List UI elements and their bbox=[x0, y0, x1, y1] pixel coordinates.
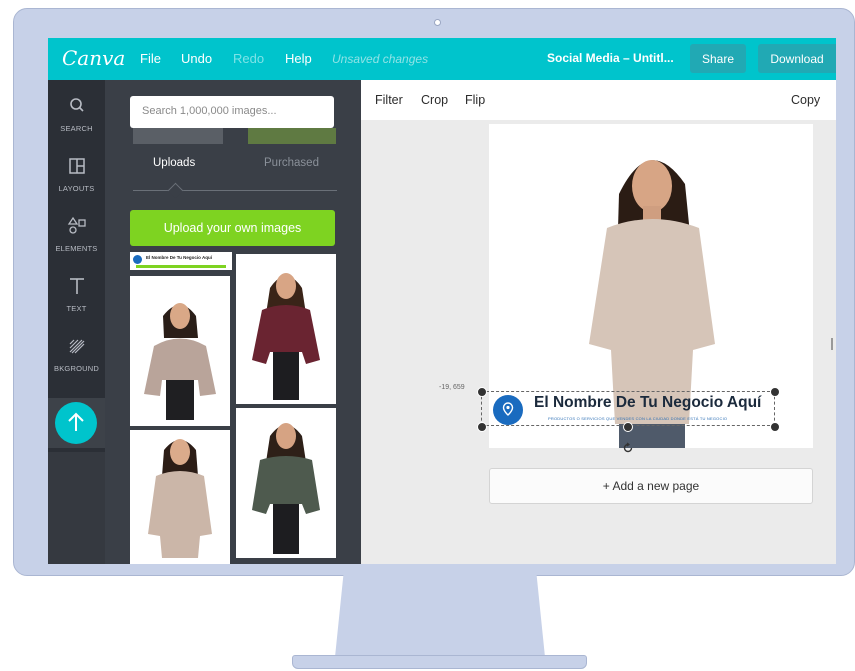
rail-item-text[interactable]: TEXT bbox=[48, 268, 105, 324]
upload-arrow-icon bbox=[68, 412, 84, 431]
woman-photo bbox=[130, 276, 230, 426]
rail-label-background: BKGROUND bbox=[54, 364, 99, 373]
upload-images-button[interactable]: Upload your own images bbox=[130, 210, 335, 246]
file-menu[interactable]: File bbox=[140, 51, 161, 66]
logo-thumb-bar bbox=[136, 265, 226, 268]
background-icon bbox=[69, 339, 84, 354]
resize-handle-tr[interactable] bbox=[770, 387, 780, 397]
upload-thumbnail-beige-sweater[interactable] bbox=[130, 430, 230, 564]
resize-handle-bl[interactable] bbox=[477, 422, 487, 432]
top-bar: Canva File Undo Redo Help Unsaved change… bbox=[48, 38, 836, 80]
search-icon bbox=[69, 98, 84, 112]
upload-thumbnail-logo[interactable]: El Nombre De Tu Negocio Aquí bbox=[130, 252, 232, 270]
woman-photo bbox=[236, 254, 336, 404]
rail-item-background[interactable]: BKGROUND bbox=[48, 328, 105, 384]
canva-logo[interactable]: Canva bbox=[62, 46, 125, 70]
webcam-dot bbox=[434, 19, 441, 26]
add-page-button[interactable]: + Add a new page bbox=[489, 468, 813, 504]
uploads-panel: Search 1,000,000 images... Uploads Purch… bbox=[105, 80, 361, 564]
tab-indicator bbox=[167, 182, 184, 199]
page-edge-marker bbox=[831, 338, 833, 350]
resize-handle-bottom[interactable] bbox=[623, 422, 633, 432]
rail-item-layouts[interactable]: LAYOUTS bbox=[48, 148, 105, 204]
monitor-stand-base bbox=[292, 655, 587, 669]
upload-circle[interactable] bbox=[55, 402, 97, 444]
rail-item-uploads[interactable] bbox=[48, 398, 105, 448]
business-name-text[interactable]: El Nombre De Tu Negocio Aquí bbox=[534, 394, 761, 412]
crop-button[interactable]: Crop bbox=[421, 93, 448, 107]
location-pin-icon bbox=[502, 402, 514, 416]
layouts-icon bbox=[68, 158, 85, 174]
woman-photo bbox=[130, 430, 230, 564]
help-menu[interactable]: Help bbox=[285, 51, 312, 66]
rail-label-text: TEXT bbox=[66, 304, 87, 313]
upload-thumbnail-burgundy-top[interactable] bbox=[236, 254, 336, 404]
copy-button[interactable]: Copy bbox=[791, 93, 820, 107]
rail-item-search[interactable]: SEARCH bbox=[48, 88, 105, 144]
tab-divider bbox=[133, 190, 337, 191]
redo-button[interactable]: Redo bbox=[233, 51, 264, 66]
rotate-handle-icon[interactable] bbox=[622, 442, 634, 454]
upload-thumbnail-green-top[interactable] bbox=[236, 408, 336, 558]
elements-icon bbox=[67, 216, 86, 234]
tab-uploads[interactable]: Uploads bbox=[153, 157, 195, 169]
partial-thumbnail bbox=[133, 128, 223, 144]
text-icon bbox=[69, 278, 84, 294]
tab-purchased[interactable]: Purchased bbox=[264, 157, 319, 169]
rail-lower-area bbox=[48, 452, 105, 564]
resize-handle-tl[interactable] bbox=[477, 387, 487, 397]
logo-pin-icon bbox=[133, 255, 142, 264]
document-title[interactable]: Social Media – Untitl... bbox=[547, 51, 674, 65]
location-pin-badge bbox=[493, 395, 523, 425]
rail-label-layouts: LAYOUTS bbox=[58, 184, 95, 193]
rail-label-search: SEARCH bbox=[60, 124, 93, 133]
download-button[interactable]: Download bbox=[758, 44, 836, 73]
save-status: Unsaved changes bbox=[332, 52, 429, 66]
resize-handle-br[interactable] bbox=[770, 422, 780, 432]
business-tagline-text[interactable]: PRODUCTOS O SERVICIOS QUE VENDES CON LA … bbox=[548, 416, 727, 421]
undo-button[interactable]: Undo bbox=[181, 51, 212, 66]
upload-thumbnail-beige-blouse[interactable] bbox=[130, 276, 230, 426]
image-toolbar: Filter Crop Flip Copy bbox=[361, 80, 836, 120]
image-search-input[interactable]: Search 1,000,000 images... bbox=[130, 96, 334, 128]
rail-label-elements: ELEMENTS bbox=[55, 244, 98, 253]
side-rail: SEARCH LAYOUTS ELEMENTS TEXT BKGROUND bbox=[48, 80, 105, 564]
logo-thumb-text: El Nombre De Tu Negocio Aquí bbox=[146, 255, 213, 260]
partial-thumbnail-green bbox=[248, 128, 336, 144]
woman-photo bbox=[236, 408, 336, 558]
monitor-stand-neck bbox=[335, 575, 545, 657]
share-button[interactable]: Share bbox=[690, 44, 746, 73]
app-screen: Canva File Undo Redo Help Unsaved change… bbox=[48, 38, 836, 564]
rail-item-elements[interactable]: ELEMENTS bbox=[48, 208, 105, 264]
filter-button[interactable]: Filter bbox=[375, 93, 403, 107]
flip-button[interactable]: Flip bbox=[465, 93, 485, 107]
position-readout: -19, 659 bbox=[439, 384, 465, 391]
